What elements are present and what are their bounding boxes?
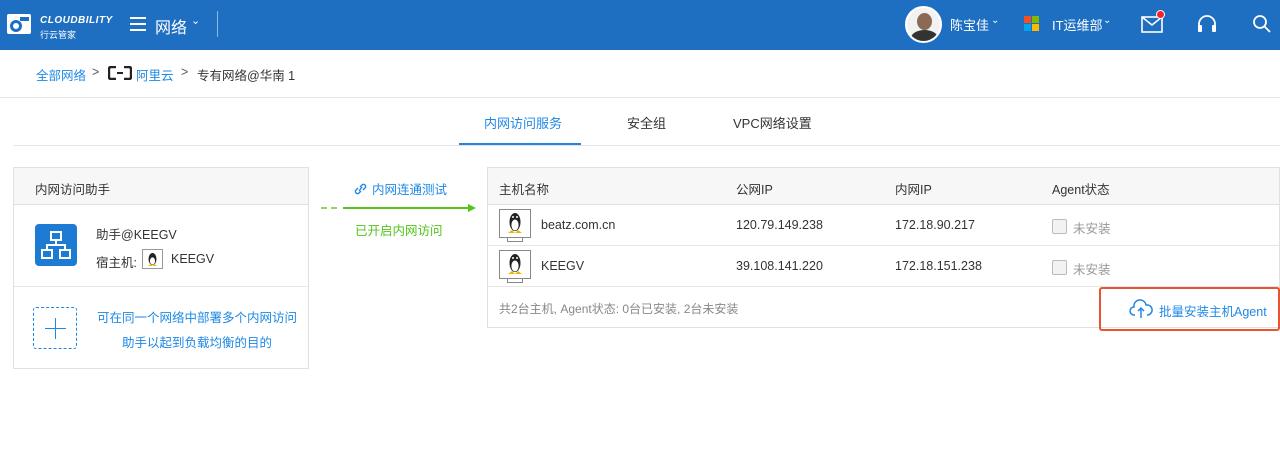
column-private-ip: 内网IP [895, 183, 932, 197]
chevron-down-icon: ⌄ [191, 15, 201, 27]
batch-install-label: 批量安装主机Agent [1159, 305, 1267, 319]
public-ip: 39.108.141.220 [736, 259, 823, 273]
linux-icon [499, 209, 531, 238]
table-summary: 共2台主机, Agent状态: 0台已安装, 2台未安装 [499, 302, 739, 316]
assistant-name: 助手@KEEGV [96, 228, 177, 242]
monitor-stand [507, 238, 523, 242]
table-header: 主机名称 公网IP 内网IP Agent状态 [488, 168, 1279, 205]
breadcrumb-separator: > [181, 65, 189, 79]
add-assistant-button[interactable] [33, 307, 77, 349]
column-host-name: 主机名称 [499, 183, 550, 197]
brand-subtitle: 行云管家 [40, 30, 77, 40]
notification-badge [1156, 10, 1165, 19]
breadcrumb-separator: > [92, 65, 100, 79]
panel-header: 内网访问助手 [14, 168, 308, 205]
aliyun-icon [108, 66, 132, 80]
network-menu-button[interactable]: 网络 ⌄ [130, 13, 205, 37]
breadcrumb-current: 专有网络@华南 1 [197, 69, 296, 83]
link-icon [354, 183, 367, 195]
column-public-ip: 公网IP [736, 183, 773, 197]
batch-install-agent-button[interactable]: 批量安装主机Agent [1099, 287, 1280, 331]
agent-status-icon [1052, 219, 1067, 234]
menu-label: 网络 [155, 20, 188, 37]
add-hint-line1[interactable]: 可在同一个网络中部署多个内网访问 [97, 307, 297, 326]
hamburger-icon [130, 17, 146, 31]
breadcrumb-all-networks[interactable]: 全部网络 [36, 65, 86, 84]
private-ip: 172.18.90.217 [895, 218, 975, 232]
department-name[interactable]: IT运维部 [1052, 15, 1103, 34]
host-label: 宿主机: [96, 256, 137, 270]
private-ip: 172.18.151.238 [895, 259, 982, 273]
mail-icon[interactable] [1141, 10, 1165, 33]
host-name[interactable]: beatz.com.cn [541, 218, 615, 232]
intranet-enabled-status: 已开启内网访问 [355, 224, 443, 238]
linux-icon [142, 249, 163, 269]
tabs-divider [14, 145, 1280, 146]
column-agent-status: Agent状态 [1052, 183, 1110, 197]
connectivity-test-link[interactable]: 内网连通测试 [353, 179, 447, 198]
chevron-down-icon[interactable]: ⌄ [991, 15, 999, 26]
connection-arrow [321, 204, 476, 212]
network-topology-icon [35, 224, 77, 266]
header-divider [217, 11, 218, 37]
chevron-down-icon[interactable]: ⌄ [1103, 15, 1111, 26]
avatar[interactable] [905, 6, 942, 43]
org-windows-icon [1024, 16, 1039, 31]
host-name[interactable]: KEEGV [541, 259, 584, 273]
tab-security-group[interactable]: 安全组 [627, 113, 666, 132]
panel-title: 内网访问助手 [35, 183, 111, 197]
search-icon[interactable] [1252, 14, 1272, 34]
add-hint-line2[interactable]: 助手以起到负载均衡的目的 [122, 332, 272, 351]
assistant-panel: 内网访问助手 助手@KEEGV 宿主机: KEEGV 可在同一个网络中部署多个内… [13, 167, 309, 369]
cloud-logo-icon [7, 14, 31, 34]
table-row[interactable]: KEEGV 39.108.141.220 172.18.151.238 未安装 [488, 246, 1279, 287]
linux-icon [499, 250, 531, 279]
monitor-stand [507, 279, 523, 283]
breadcrumb-aliyun[interactable]: 阿里云 [136, 65, 174, 84]
headset-icon[interactable] [1196, 14, 1218, 34]
brand-name: CLOUDBILITY [40, 15, 113, 26]
host-name: KEEGV [171, 252, 215, 266]
tab-vpc-settings[interactable]: VPC网络设置 [733, 113, 812, 132]
cloud-upload-icon [1129, 299, 1153, 318]
divider [14, 286, 308, 287]
connectivity-test-label: 内网连通测试 [372, 183, 448, 197]
divider [0, 97, 1280, 98]
table-row[interactable]: beatz.com.cn 120.79.149.238 172.18.90.21… [488, 205, 1279, 246]
public-ip: 120.79.149.238 [736, 218, 823, 232]
user-name[interactable]: 陈宝佳 [950, 15, 989, 34]
tab-intranet-access[interactable]: 内网访问服务 [484, 113, 562, 132]
cloudbility-logo[interactable]: CLOUDBILITY 行云管家 [6, 8, 116, 42]
agent-status: 未安装 [1073, 263, 1111, 277]
top-bar: CLOUDBILITY 行云管家 网络 ⌄ 陈宝佳 ⌄ IT运维部 ⌄ [0, 0, 1280, 50]
agent-status: 未安装 [1073, 222, 1111, 236]
agent-status-icon [1052, 260, 1067, 275]
